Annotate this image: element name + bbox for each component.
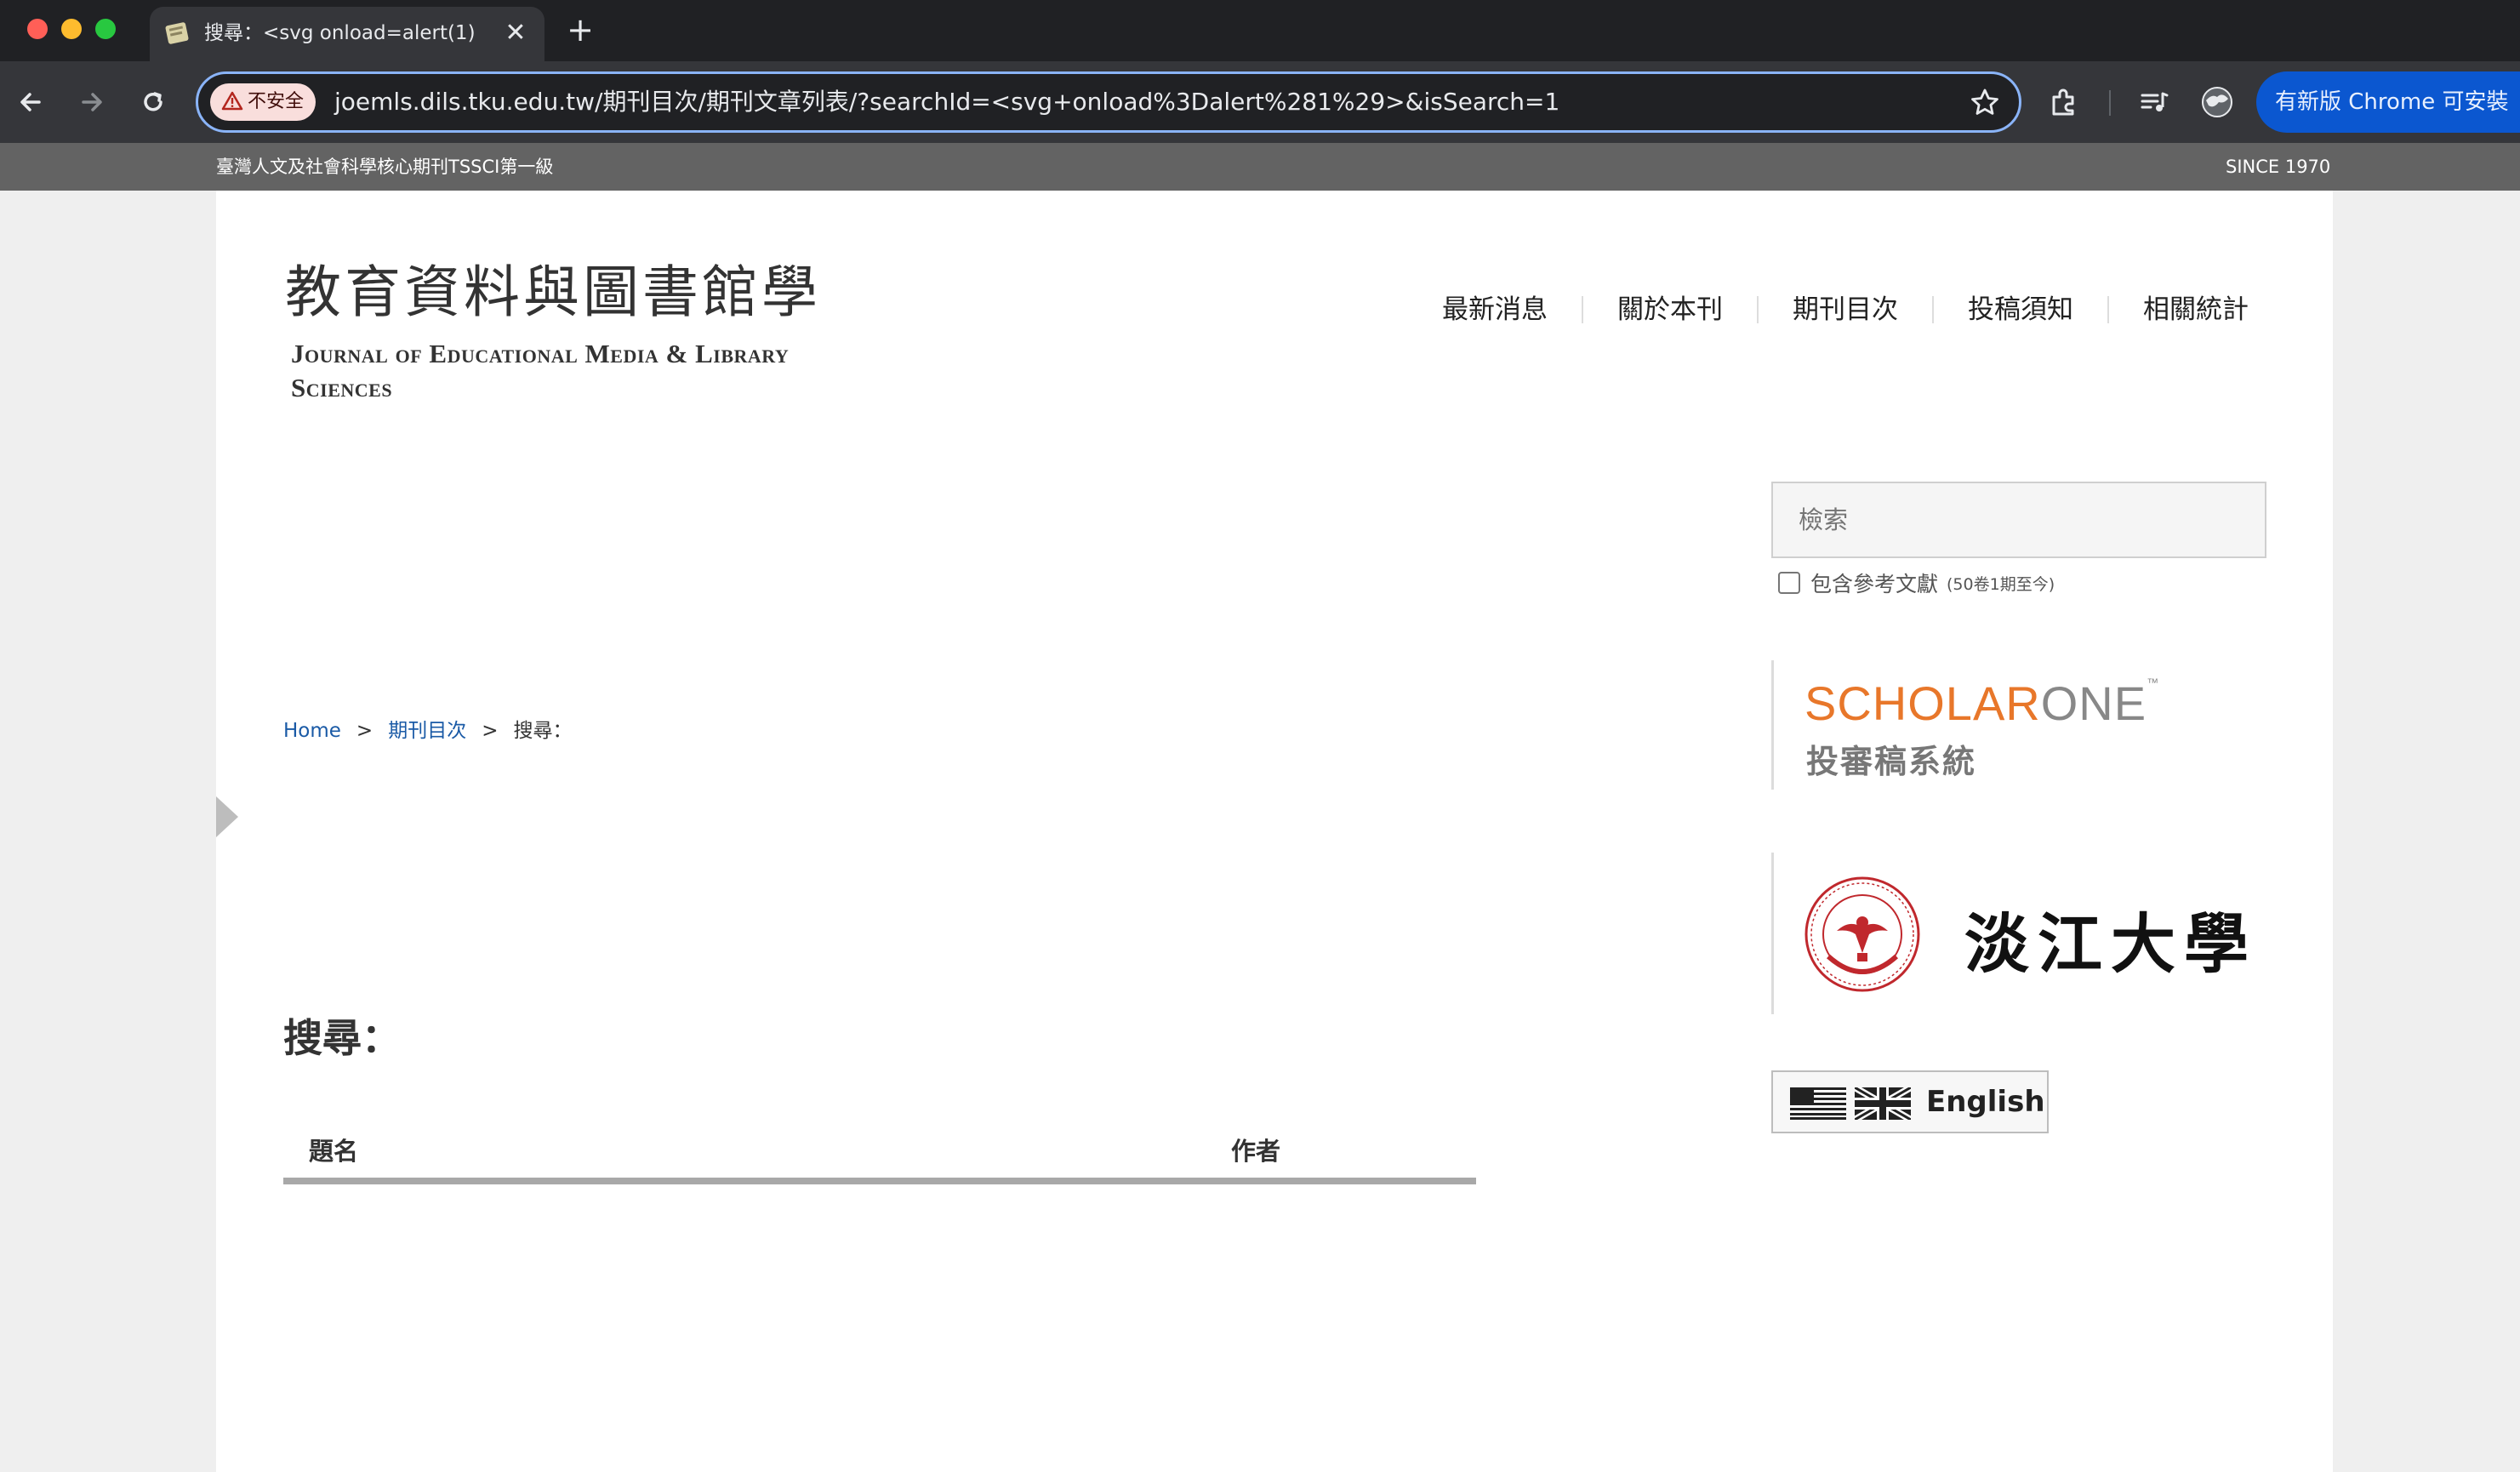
- tku-name: 淡江大學: [1964, 906, 2257, 982]
- chrome-update-label: 有新版 Chrome 可安裝: [2275, 89, 2509, 115]
- nav-item-submission[interactable]: 投稿須知: [1934, 296, 2109, 323]
- journal-logo-english[interactable]: Journal of Educational Media & Library S…: [291, 337, 835, 405]
- breadcrumb-contents[interactable]: 期刊目次: [388, 720, 466, 742]
- page-title: 搜尋：: [283, 1015, 401, 1061]
- results-table-header: 題名 作者: [283, 1120, 1476, 1184]
- extensions-icon[interactable]: [2045, 83, 2083, 121]
- url-text[interactable]: joemls.dils.tku.edu.tw/期刊目次/期刊文章列表/?sear…: [334, 74, 1559, 130]
- checkbox-label: 包含參考文獻: [1810, 572, 1939, 596]
- breadcrumb-separator: >: [482, 720, 499, 742]
- scholarone-link[interactable]: SCHOLARONE™ 投審稿系統: [1771, 660, 2248, 790]
- nav-item-statistics[interactable]: 相關統計: [2109, 296, 2249, 323]
- security-chip[interactable]: 不安全: [210, 83, 316, 121]
- forward-icon[interactable]: [73, 83, 111, 121]
- column-header-author: 作者: [1231, 1137, 1281, 1166]
- breadcrumb: Home > 期刊目次 > 搜尋：: [283, 716, 572, 745]
- since-label: SINCE 1970: [2226, 157, 2331, 177]
- url-host: joemls.dils.tku.edu.tw: [334, 88, 596, 116]
- window-minimize-button[interactable]: [61, 19, 82, 39]
- url-path: /期刊目次/期刊文章列表/?searchId=<svg+onload%3Dale…: [595, 88, 1560, 116]
- plus-icon[interactable]: +: [563, 14, 597, 48]
- breadcrumb-current: 搜尋：: [513, 720, 573, 742]
- reload-icon[interactable]: [134, 83, 172, 121]
- tku-seal-icon: [1804, 876, 1920, 992]
- browser-tab-strip: 搜尋：<svg onload=alert(1)> ✕ +: [0, 0, 2520, 61]
- scholarone-subtitle: 投審稿系統: [1806, 743, 1977, 780]
- media-icon[interactable]: [2135, 83, 2173, 121]
- scholarone-logo: SCHOLARONE™: [1804, 676, 2159, 731]
- warning-icon: [221, 91, 243, 111]
- checkbox-note: (50卷1期至今): [1947, 574, 2055, 594]
- chrome-update-button[interactable]: 有新版 Chrome 可安裝: [2256, 71, 2520, 133]
- security-label: 不安全: [248, 91, 305, 112]
- english-language-button[interactable]: English: [1771, 1070, 2049, 1133]
- nav-item-contents[interactable]: 期刊目次: [1759, 296, 1934, 323]
- column-header-title: 題名: [309, 1137, 359, 1166]
- star-icon[interactable]: [1968, 86, 2002, 120]
- close-icon[interactable]: ✕: [500, 19, 531, 49]
- browser-toolbar: 不安全 joemls.dils.tku.edu.tw/期刊目次/期刊文章列表/?…: [0, 61, 2520, 143]
- tab-title: 搜尋：<svg onload=alert(1)>: [204, 22, 476, 44]
- favicon-icon: [165, 22, 189, 44]
- toolbar-separator: [2109, 90, 2111, 116]
- address-bar[interactable]: 不安全 joemls.dils.tku.edu.tw/期刊目次/期刊文章列表/?…: [196, 71, 2021, 133]
- profile-icon[interactable]: [2198, 83, 2236, 121]
- side-toggle-arrow-icon[interactable]: [216, 796, 238, 837]
- site-topbar: 臺灣人文及社會科學核心期刊TSSCI第一級 SINCE 1970: [0, 143, 2520, 191]
- breadcrumb-home[interactable]: Home: [283, 720, 341, 742]
- include-references-checkbox[interactable]: 包含參考文獻 (50卷1期至今): [1778, 568, 2055, 597]
- browser-tab[interactable]: 搜尋：<svg onload=alert(1)> ✕: [150, 7, 544, 61]
- trademark-mark: ™: [2147, 676, 2160, 689]
- window-zoom-button[interactable]: [95, 19, 116, 39]
- checkbox-box[interactable]: [1778, 572, 1800, 594]
- journal-logo-chinese[interactable]: 教育資料與圖書館學: [285, 247, 821, 328]
- tssci-notice: 臺灣人文及社會科學核心期刊TSSCI第一級: [216, 157, 554, 177]
- scholarone-logo-a: SCHOLAR: [1804, 676, 2041, 730]
- uk-flag-icon: [1855, 1087, 1911, 1120]
- window-close-button[interactable]: [27, 19, 48, 39]
- scholarone-logo-b: ONE: [2040, 676, 2147, 730]
- search-input[interactable]: [1771, 482, 2266, 558]
- us-flag-icon: [1790, 1087, 1846, 1120]
- breadcrumb-separator: >: [356, 720, 373, 742]
- main-nav: 最新消息 關於本刊 期刊目次 投稿須知 相關統計: [1408, 288, 2249, 332]
- back-icon[interactable]: [12, 83, 49, 121]
- nav-item-about[interactable]: 關於本刊: [1583, 296, 1759, 323]
- english-label: English: [1926, 1085, 2045, 1119]
- tku-link[interactable]: 淡江大學: [1771, 853, 2249, 1014]
- nav-item-news[interactable]: 最新消息: [1408, 296, 1583, 323]
